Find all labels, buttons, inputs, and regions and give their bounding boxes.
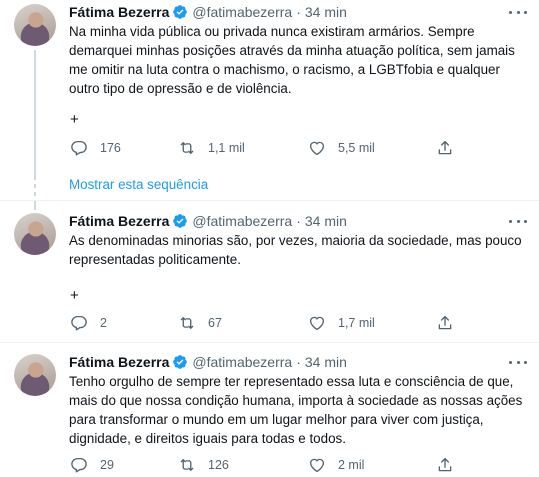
share-icon [438,140,452,155]
tweet-text-line: representadas politicamente. [69,252,241,267]
reply-icon [71,140,87,156]
retweet-button[interactable]: 126 [178,454,229,476]
tweet-actions: 29 126 2 mil [66,454,456,476]
tweet-text: As denominadas minorias são, por vezes, … [69,231,529,269]
tweet[interactable]: Fátima Bezerra @fatimabezerra · 34 min T… [0,352,539,477]
display-name[interactable]: Fátima Bezerra [69,354,169,370]
tweet[interactable]: Fátima Bezerra @fatimabezerra · 34 min A… [0,211,539,341]
retweet-count: 67 [208,316,222,330]
tweet-header: Fátima Bezerra @fatimabezerra · 34 min [69,211,529,231]
timestamp[interactable]: 34 min [305,4,347,20]
separator-dot: · [296,4,301,20]
tweet-text-line: para transformar o mundo em um lugar mel… [69,412,484,427]
tweet-header: Fátima Bezerra @fatimabezerra · 34 min [69,2,529,22]
more-options-icon[interactable] [509,6,527,18]
separator-dot: · [296,213,301,229]
retweet-count: 1,1 mil [208,141,245,155]
heart-icon [309,458,325,473]
tweet-actions: 2 67 1,7 mil [66,312,456,334]
tweet-text: Na minha vida pública ou privada nunca e… [69,22,529,98]
tweet-text-line: me omitir na luta contra o machismo, o r… [69,62,500,77]
tweet-text-line: As denominadas minorias são, por vezes, … [69,233,522,248]
thread-connector [34,50,36,210]
reply-icon [71,457,87,473]
tweet-text-line: dignidade, e direitos iguais para todas … [69,431,346,446]
tweet[interactable]: Fátima Bezerra @fatimabezerra · 34 min N… [0,2,539,210]
share-button[interactable] [436,454,454,476]
retweet-icon [180,459,194,471]
tweet-text-line: mais do que nossa condição humana, impor… [69,393,523,408]
retweet-button[interactable]: 1,1 mil [178,137,245,159]
share-icon [438,315,452,330]
add-to-thread-icon[interactable]: + [70,112,79,127]
like-button[interactable]: 5,5 mil [308,137,375,159]
verified-badge-icon [173,214,188,228]
reply-button[interactable]: 176 [70,137,121,159]
retweet-button[interactable]: 67 [178,312,222,334]
separator-dot: · [296,354,301,370]
divider [0,342,539,343]
more-options-icon[interactable] [509,215,527,227]
retweet-icon [180,142,194,154]
user-handle[interactable]: @fatimabezerra [192,4,292,20]
share-icon [438,457,452,472]
like-button[interactable]: 1,7 mil [308,312,375,334]
reply-count: 176 [100,141,121,155]
share-button[interactable] [436,312,454,334]
reply-icon [71,315,87,331]
avatar[interactable] [14,354,56,396]
like-count: 2 mil [338,458,365,472]
like-count: 5,5 mil [338,141,375,155]
more-options-icon[interactable] [509,356,527,368]
display-name[interactable]: Fátima Bezerra [69,213,169,229]
tweet-text-line: Tenho orgulho de sempre ter representado… [69,374,514,389]
tweet-text-line: Na minha vida pública ou privada nunca e… [69,24,475,39]
tweet-actions: 176 1,1 mil 5,5 mil [66,137,456,159]
add-to-thread-icon[interactable]: + [70,288,79,303]
show-thread-link[interactable]: Mostrar esta sequência [69,177,208,192]
retweet-count: 126 [208,458,229,472]
timestamp[interactable]: 34 min [305,213,347,229]
reply-button[interactable]: 29 [70,454,114,476]
like-button[interactable]: 2 mil [308,454,364,476]
share-button[interactable] [436,137,454,159]
display-name[interactable]: Fátima Bezerra [69,4,169,20]
tweet-text-line: outro tipo de opressão e de violência. [69,81,292,96]
verified-badge-icon [173,355,188,369]
user-handle[interactable]: @fatimabezerra [192,354,292,370]
tweet-text-line: demarquei minhas posições através da min… [69,43,515,58]
divider [0,200,539,201]
heart-icon [309,316,325,331]
user-handle[interactable]: @fatimabezerra [192,213,292,229]
reply-count: 2 [100,316,107,330]
avatar[interactable] [14,213,56,255]
heart-icon [309,141,325,156]
reply-button[interactable]: 2 [70,312,107,334]
like-count: 1,7 mil [338,316,375,330]
tweet-timeline: Fátima Bezerra @fatimabezerra · 34 min N… [0,0,539,477]
tweet-header: Fátima Bezerra @fatimabezerra · 34 min [69,352,529,372]
avatar[interactable] [14,4,56,46]
tweet-text: Tenho orgulho de sempre ter representado… [69,372,529,448]
retweet-icon [180,317,194,329]
reply-count: 29 [100,458,114,472]
verified-badge-icon [173,5,188,19]
timestamp[interactable]: 34 min [305,354,347,370]
